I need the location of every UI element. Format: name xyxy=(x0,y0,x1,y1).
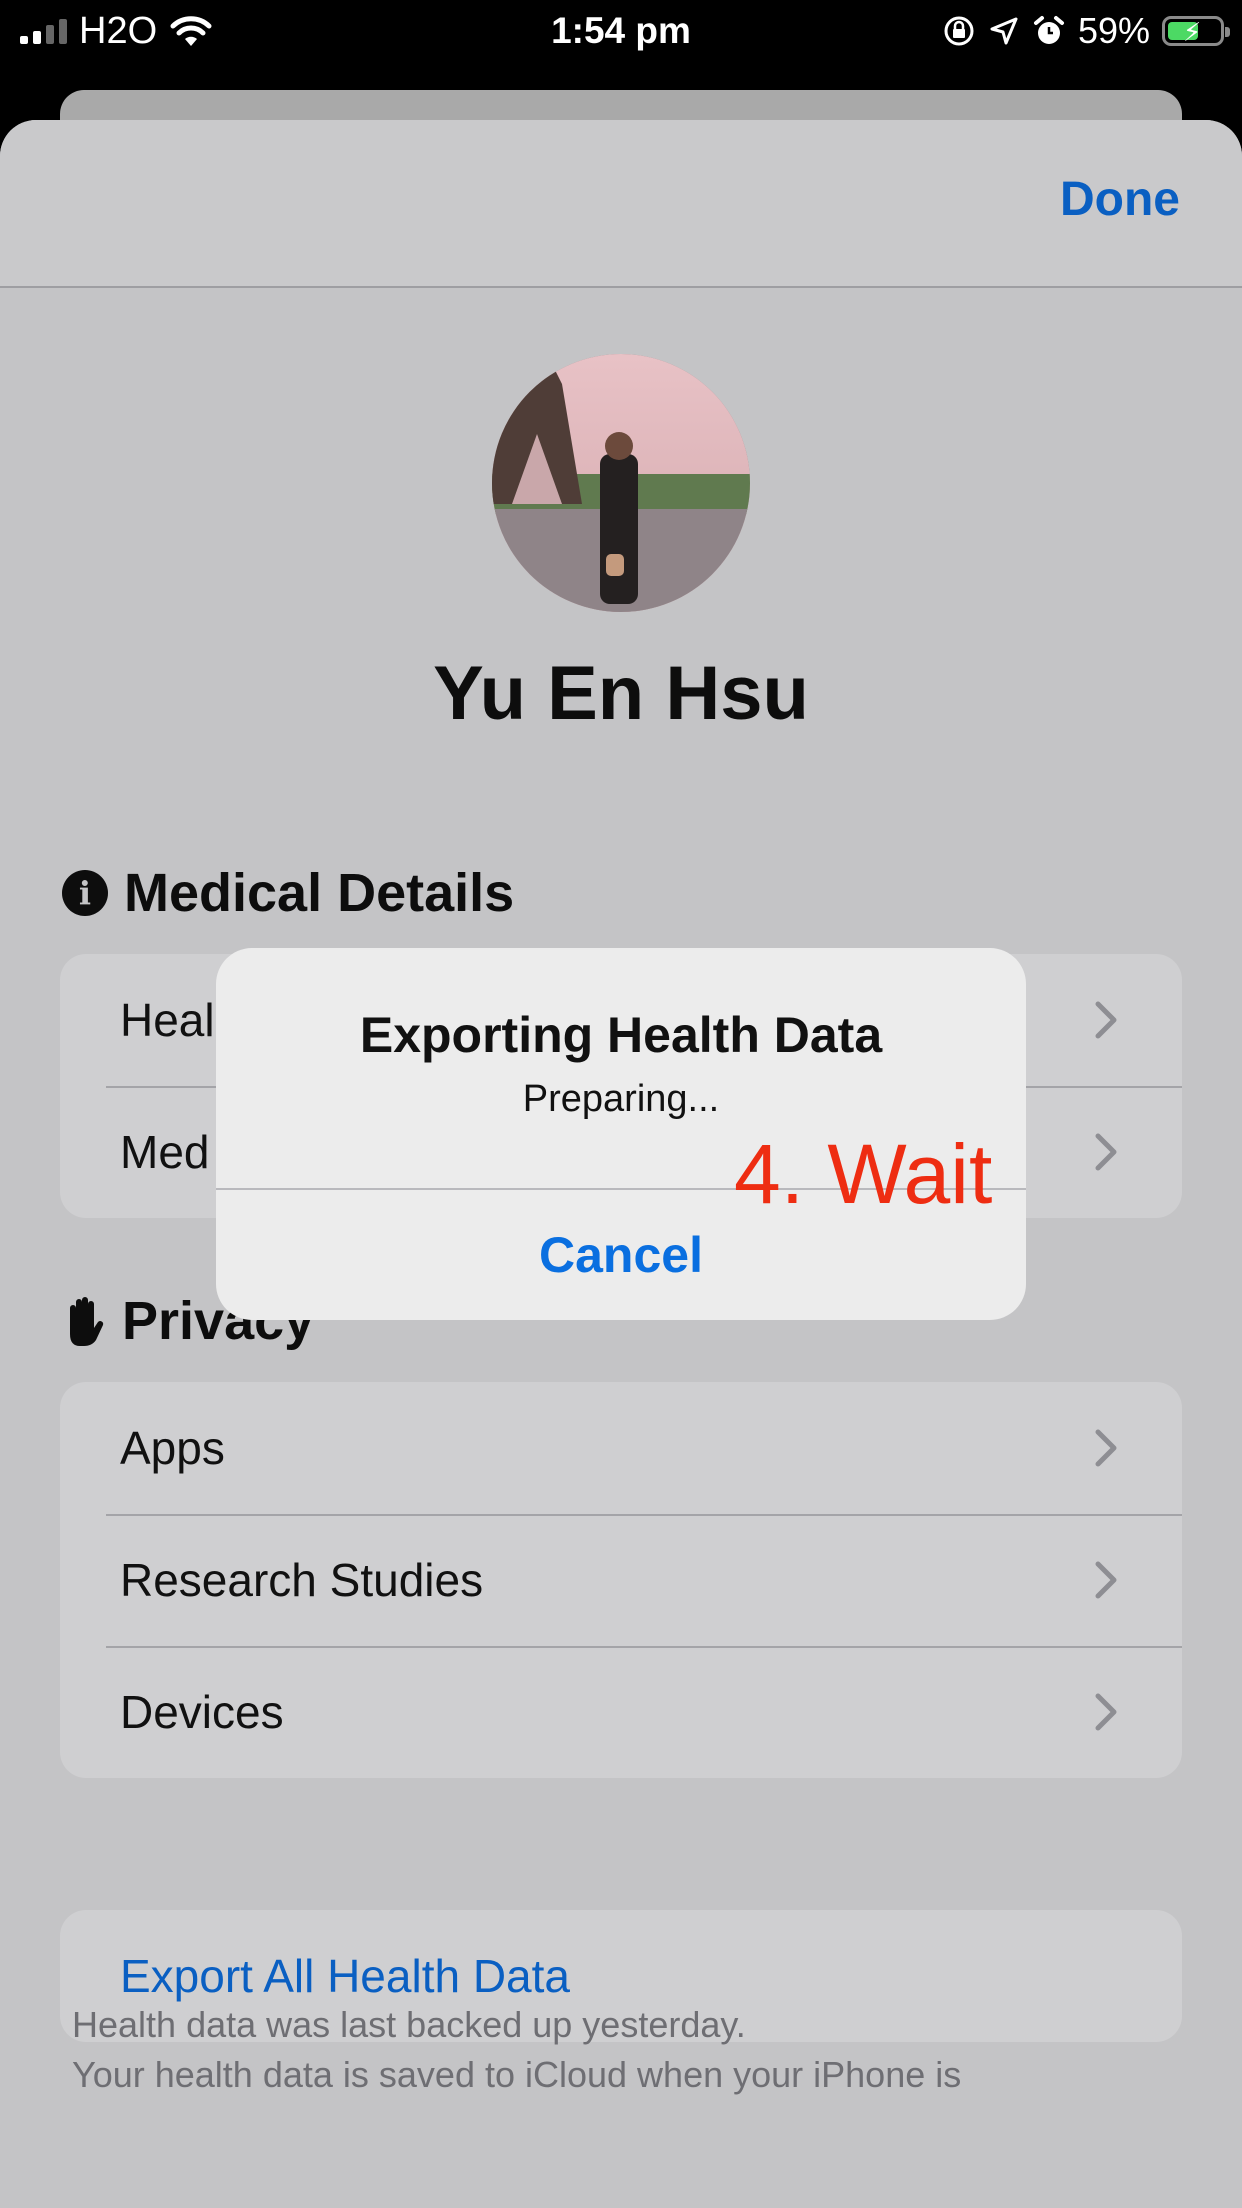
privacy-list: Apps Research Studies Devices xyxy=(60,1382,1182,1778)
alert-message: Preparing... xyxy=(522,1078,720,1120)
chevron-right-icon xyxy=(1095,1429,1117,1467)
chevron-right-icon xyxy=(1095,1561,1117,1599)
avatar-photo xyxy=(492,354,750,612)
row-label: Devices xyxy=(120,1686,284,1738)
medical-details-header: i Medical Details xyxy=(62,862,514,924)
chevron-right-icon xyxy=(1095,1133,1117,1171)
navigation-bar: Done xyxy=(0,120,1242,288)
alert-title: Exporting Health Data xyxy=(359,1007,883,1063)
alarm-icon xyxy=(1033,16,1064,44)
privacy-row-apps[interactable]: Apps xyxy=(60,1382,1182,1514)
profile-name: Yu En Hsu xyxy=(433,651,809,736)
backup-footer-line-1: Health data was last backed up yesterday… xyxy=(72,2004,746,2045)
step-annotation: 4. Wait xyxy=(734,1127,993,1221)
avatar[interactable] xyxy=(492,354,750,612)
row-label: Med xyxy=(120,1126,210,1178)
orientation-lock-icon xyxy=(944,16,974,46)
raised-hand-icon xyxy=(70,1297,104,1346)
row-label: Research Studies xyxy=(120,1554,484,1606)
privacy-row-research-studies[interactable]: Research Studies xyxy=(60,1514,1182,1646)
medical-details-title: Medical Details xyxy=(124,863,515,923)
chevron-right-icon xyxy=(1095,1001,1117,1039)
backup-footer: Health data was last backed up yesterday… xyxy=(72,2000,1172,2100)
chevron-right-icon xyxy=(1095,1693,1117,1731)
backup-footer-line-2: Your health data is saved to iCloud when… xyxy=(72,2054,962,2095)
battery-icon: ⚡ xyxy=(1162,16,1230,47)
info-icon: i xyxy=(62,870,108,916)
privacy-row-devices[interactable]: Devices xyxy=(60,1646,1182,1778)
location-arrow-icon xyxy=(990,17,1018,45)
row-label: Apps xyxy=(120,1422,225,1474)
screen: H2O 1:54 pm 59% ⚡ Done Yu En Hsu i Medic… xyxy=(0,0,1242,2208)
battery-percentage: 59% xyxy=(1077,10,1150,51)
done-button[interactable]: Done xyxy=(1060,172,1180,227)
status-bar: H2O 1:54 pm 59% ⚡ xyxy=(0,0,1242,62)
row-label: Heal xyxy=(120,994,215,1046)
status-right: 59% ⚡ xyxy=(942,8,1230,54)
